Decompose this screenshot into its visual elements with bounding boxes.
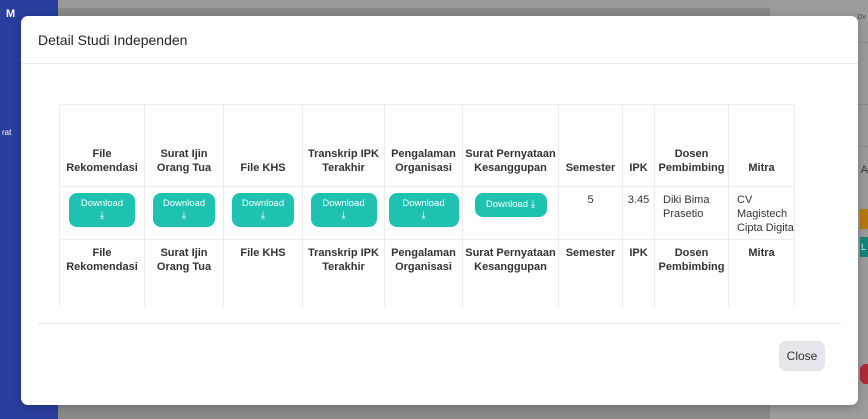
cell-file-rekomendasi: Download ⤓ (59, 186, 145, 240)
cell-dosen: Diki Bima Prasetio (654, 186, 729, 240)
detail-modal: Detail Studi Independen File Rekomendasi… (21, 16, 858, 405)
footer-file-khs: File KHS (223, 239, 303, 307)
background-orange-badge (860, 209, 868, 229)
download-icon: ⤓ (421, 210, 426, 221)
footer-semester: Semester (558, 239, 623, 307)
footer-pengalaman: Pengalaman Organisasi (384, 239, 463, 307)
table-footer-row: File Rekomendasi Surat Ijin Orang Tua Fi… (59, 239, 795, 307)
footer-file-rekomendasi: File Rekomendasi (59, 239, 145, 307)
background-right-top-text: Dv (857, 14, 866, 21)
background-brand: M (6, 8, 16, 20)
header-surat-ijin: Surat Ijin Orang Tua (144, 104, 224, 187)
cell-surat-ijin: Download ⤓ (144, 186, 224, 240)
header-ipk: IPK (622, 104, 655, 187)
footer-mitra: Mitra (728, 239, 795, 307)
footer-transkrip: Transkrip IPK Terakhir (302, 239, 385, 307)
background-right-letter: A (860, 164, 868, 176)
modal-footer-divider (38, 323, 841, 324)
modal-title: Detail Studi Independen (38, 32, 188, 48)
header-semester: Semester (558, 104, 623, 187)
download-label: Download (485, 199, 529, 210)
download-transkrip-button[interactable]: Download ⤓ (310, 193, 377, 227)
footer-ipk: IPK (622, 239, 655, 307)
cell-mitra: CV Magistech Cipta Digita (728, 186, 795, 240)
header-mitra: Mitra (728, 104, 795, 187)
table-row: Download ⤓ Download ⤓ Download ⤓ Downloa… (59, 186, 795, 240)
header-file-rekomendasi: File Rekomendasi (59, 104, 145, 187)
download-label: Download (80, 198, 124, 209)
download-file-rekomendasi-button[interactable]: Download ⤓ (69, 193, 135, 227)
background-red-button (860, 364, 868, 384)
download-icon: ⤓ (99, 210, 105, 221)
background-teal-badge: L (860, 237, 868, 257)
header-dosen: Dosen Pembimbing (654, 104, 729, 187)
download-label: Download (322, 198, 365, 209)
cell-pengalaman: Download ⤓ (384, 186, 463, 240)
background-bottom (58, 406, 770, 419)
download-icon: ⤓ (181, 210, 187, 221)
download-icon: ⤓ (260, 210, 266, 221)
cell-surat-pernyataan: Download ⤓ (462, 186, 559, 240)
download-icon: ⤓ (530, 199, 536, 210)
close-button[interactable]: Close (779, 341, 825, 371)
detail-table: File Rekomendasi Surat Ijin Orang Tua Fi… (59, 104, 795, 307)
cell-transkrip: Download ⤓ (302, 186, 385, 240)
footer-surat-pernyataan: Surat Pernyataan Kesanggupan (462, 239, 559, 307)
background-topbar (58, 0, 868, 8)
download-label: Download (162, 198, 206, 209)
download-file-khs-button[interactable]: Download ⤓ (232, 193, 294, 227)
footer-surat-ijin: Surat Ijin Orang Tua (144, 239, 224, 307)
download-surat-ijin-button[interactable]: Download ⤓ (153, 193, 215, 227)
table-header-row: File Rekomendasi Surat Ijin Orang Tua Fi… (59, 104, 795, 187)
download-label: Download (402, 198, 445, 209)
download-label: Download (241, 198, 285, 209)
cell-semester: 5 (558, 186, 623, 240)
header-surat-pernyataan: Surat Pernyataan Kesanggupan (462, 104, 559, 187)
header-file-khs: File KHS (223, 104, 303, 187)
header-transkrip: Transkrip IPK Terakhir (302, 104, 385, 187)
cell-file-khs: Download ⤓ (223, 186, 303, 240)
download-icon: ⤓ (341, 210, 346, 221)
background-nav-text: rat (2, 128, 12, 137)
header-pengalaman: Pengalaman Organisasi (384, 104, 463, 187)
download-pengalaman-button[interactable]: Download ⤓ (388, 193, 459, 227)
download-surat-pernyataan-button[interactable]: Download ⤓ (474, 193, 547, 217)
cell-ipk: 3.45 (622, 186, 655, 240)
modal-header: Detail Studi Independen (21, 16, 858, 64)
footer-dosen: Dosen Pembimbing (654, 239, 729, 307)
